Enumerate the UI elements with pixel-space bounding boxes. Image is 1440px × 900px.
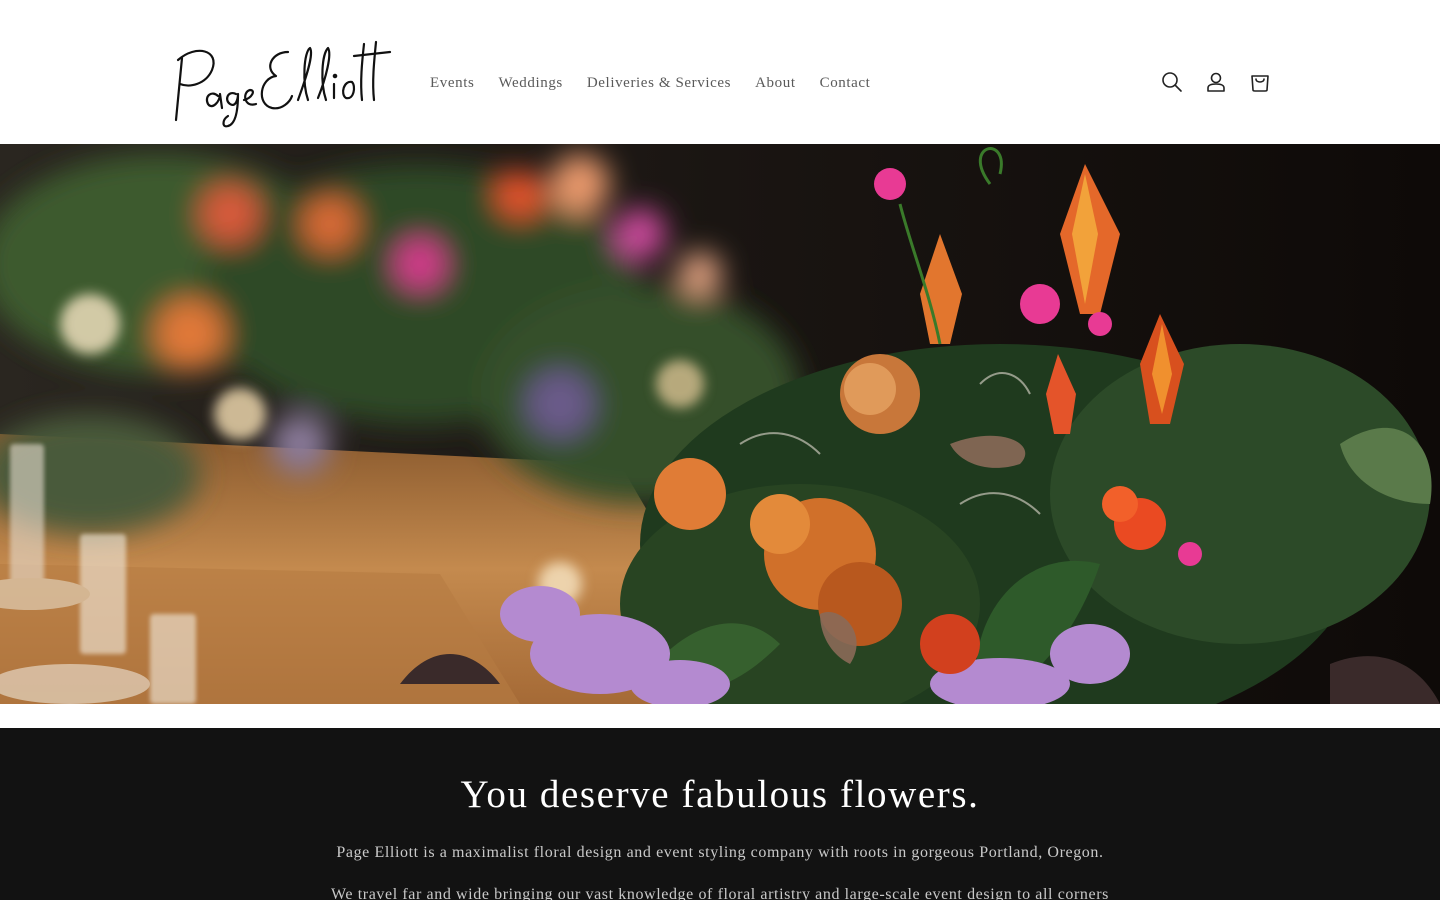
script-signature-logo xyxy=(174,40,392,128)
nav-link-deliveries-services[interactable]: Deliveries & Services xyxy=(575,75,743,92)
nav-link-weddings[interactable]: Weddings xyxy=(486,75,574,92)
account-button[interactable] xyxy=(1194,60,1238,104)
section-spacer xyxy=(0,704,1440,728)
main-nav: Events Weddings Deliveries & Services Ab… xyxy=(418,72,882,94)
search-button[interactable] xyxy=(1150,60,1194,104)
brand-logo[interactable] xyxy=(168,38,392,130)
cart-button[interactable] xyxy=(1238,60,1282,104)
intro-paragraph: Page Elliott is a maximalist floral desi… xyxy=(336,844,1104,861)
intro-section: You deserve fabulous flowers. Page Ellio… xyxy=(0,728,1440,900)
floral-centerpiece-table-photo xyxy=(0,144,1440,704)
search-icon xyxy=(1162,72,1182,92)
account-icon xyxy=(1207,72,1225,92)
header-icons xyxy=(1150,60,1282,104)
intro-paragraph: We travel far and wide bringing our vast… xyxy=(331,886,1109,900)
hero-image xyxy=(0,144,1440,704)
nav-link-contact[interactable]: Contact xyxy=(808,75,883,92)
cart-icon xyxy=(1251,75,1269,92)
nav-link-about[interactable]: About xyxy=(743,75,808,92)
site-header: Events Weddings Deliveries & Services Ab… xyxy=(0,0,1440,144)
nav-link-events[interactable]: Events xyxy=(418,75,486,92)
intro-heading: You deserve fabulous flowers. xyxy=(460,773,980,816)
